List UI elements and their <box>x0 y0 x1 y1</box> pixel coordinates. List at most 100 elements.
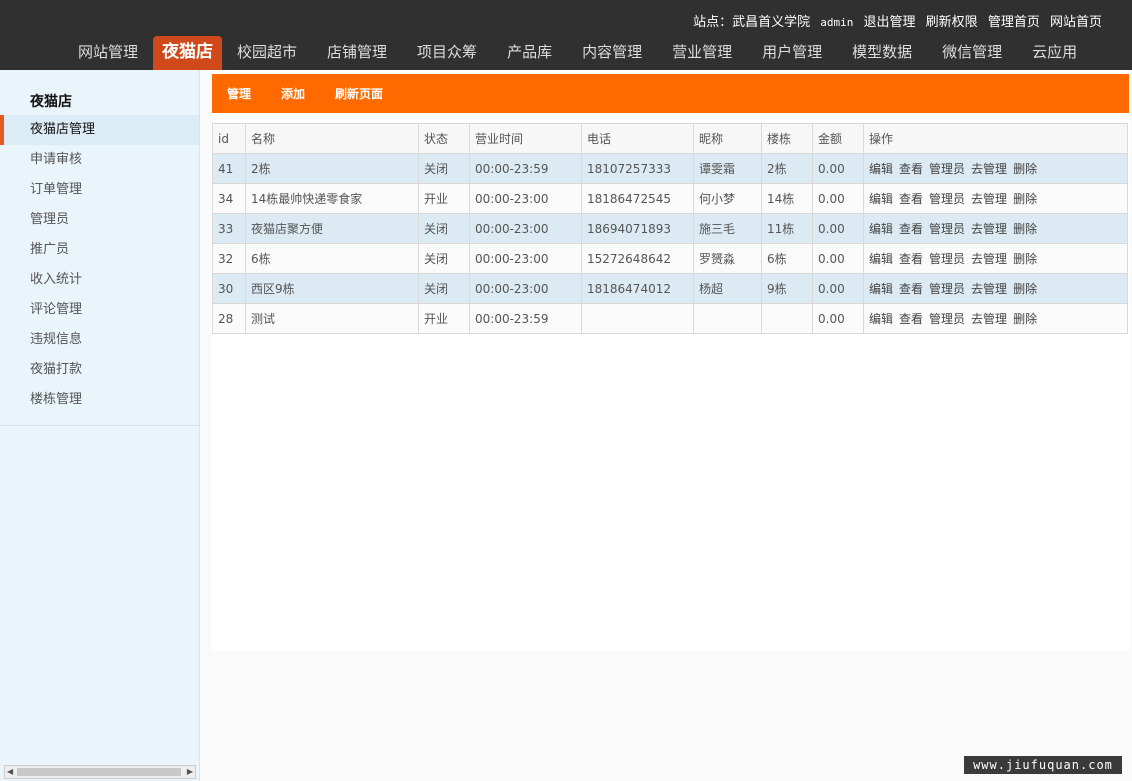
go-manage-link[interactable]: 去管理 <box>971 162 1007 176</box>
scrollbar-thumb[interactable] <box>17 768 181 776</box>
sidebar-item-3[interactable]: 管理员 <box>0 205 199 235</box>
sidebar-item-4[interactable]: 推广员 <box>0 235 199 265</box>
edit-link[interactable]: 编辑 <box>869 192 893 206</box>
view-link[interactable]: 查看 <box>899 162 923 176</box>
cell-hours: 00:00-23:59 <box>469 303 582 334</box>
cell-actions: 编辑 查看 管理员 去管理 删除 <box>863 243 1128 274</box>
nav-tab-4[interactable]: 项目众筹 <box>402 36 492 70</box>
nav-tab-5[interactable]: 产品库 <box>492 36 567 70</box>
go-manage-link[interactable]: 去管理 <box>971 282 1007 296</box>
edit-link[interactable]: 编辑 <box>869 282 893 296</box>
nav-tab-7[interactable]: 营业管理 <box>657 36 747 70</box>
delete-link[interactable]: 删除 <box>1013 252 1037 266</box>
column-header: 楼栋 <box>761 123 813 154</box>
refresh-permissions-link[interactable]: 刷新权限 <box>926 15 978 30</box>
nav-tab-2[interactable]: 校园超市 <box>222 36 312 70</box>
view-link[interactable]: 查看 <box>899 192 923 206</box>
top-header: 站点：武昌首义学院 admin 退出管理 刷新权限 管理首页 网站首页 网站管理… <box>0 0 1132 70</box>
view-link[interactable]: 查看 <box>899 312 923 326</box>
table-row: 30 西区9栋 关闭 00:00-23:00 18186474012 杨超 9栋 0.00 编辑… <box>212 273 1128 304</box>
nav-tab-3[interactable]: 店铺管理 <box>312 36 402 70</box>
sidebar-item-5[interactable]: 收入统计 <box>0 265 199 295</box>
sidebar-item-9[interactable]: 楼栋管理 <box>0 385 199 415</box>
cell-building: 9栋 <box>761 273 813 304</box>
cell-amount: 0.00 <box>812 183 864 214</box>
logout-link[interactable]: 退出管理 <box>864 15 916 30</box>
nav-tab-8[interactable]: 用户管理 <box>747 36 837 70</box>
cell-phone: 18107257333 <box>581 153 694 184</box>
table-row: 34 14栋最帅快递零食家 开业 00:00-23:00 18186472545 何小梦 1… <box>212 183 1128 214</box>
shop-table: id 名称 状态 营业时间 电话 昵称 楼栋 金额 操作 41 2栋 关闭 00:00-23:59 18… <box>212 123 1128 334</box>
cell-status: 关闭 <box>418 153 470 184</box>
site-home-link[interactable]: 网站首页 <box>1050 15 1102 30</box>
edit-link[interactable]: 编辑 <box>869 222 893 236</box>
delete-link[interactable]: 删除 <box>1013 222 1037 236</box>
column-header: 状态 <box>418 123 470 154</box>
cell-amount: 0.00 <box>812 303 864 334</box>
admins-link[interactable]: 管理员 <box>929 312 965 326</box>
add-button[interactable]: 添加 <box>281 85 305 102</box>
delete-link[interactable]: 删除 <box>1013 162 1037 176</box>
column-header: 昵称 <box>693 123 762 154</box>
cell-status: 开业 <box>418 183 470 214</box>
table-row: 28 测试 开业 00:00-23:59 0.00 编辑 查看 管理员 去管理 删除 <box>212 303 1128 334</box>
table-row: 32 6栋 关闭 00:00-23:00 15272648642 罗赟淼 6栋 0.00 编辑查… <box>212 243 1128 274</box>
nav-tab-6[interactable]: 内容管理 <box>567 36 657 70</box>
edit-link[interactable]: 编辑 <box>869 162 893 176</box>
cell-hours: 00:00-23:59 <box>469 153 582 184</box>
admins-link[interactable]: 管理员 <box>929 162 965 176</box>
cell-id: 30 <box>212 273 246 304</box>
scroll-right-icon[interactable]: ▶ <box>187 766 193 778</box>
nav-tab-0[interactable]: 网站管理 <box>63 36 153 70</box>
delete-link[interactable]: 删除 <box>1013 312 1037 326</box>
cell-nickname: 施三毛 <box>693 213 762 244</box>
watermark: www.jiufuquan.com <box>964 756 1122 774</box>
go-manage-link[interactable]: 去管理 <box>971 222 1007 236</box>
go-manage-link[interactable]: 去管理 <box>971 192 1007 206</box>
admins-link[interactable]: 管理员 <box>929 192 965 206</box>
go-manage-link[interactable]: 去管理 <box>971 312 1007 326</box>
cell-id: 28 <box>212 303 246 334</box>
delete-link[interactable]: 删除 <box>1013 282 1037 296</box>
main-nav: 网站管理 夜猫店 校园超市 店铺管理 项目众筹 产品库 内容管理 营业管理 用户管理 模型数据 微信… <box>63 36 1092 70</box>
action-toolbar: 管理 添加 刷新页面 <box>212 74 1129 113</box>
delete-link[interactable]: 删除 <box>1013 192 1037 206</box>
nav-tab-10[interactable]: 微信管理 <box>927 36 1017 70</box>
sidebar-item-0[interactable]: 夜猫店管理 <box>0 115 199 145</box>
admins-link[interactable]: 管理员 <box>929 282 965 296</box>
sidebar-item-1[interactable]: 申请审核 <box>0 145 199 175</box>
admins-link[interactable]: 管理员 <box>929 222 965 236</box>
table-header-row: id 名称 状态 营业时间 电话 昵称 楼栋 金额 操作 <box>212 123 1128 154</box>
column-header: id <box>212 123 246 154</box>
nav-tab-1[interactable]: 夜猫店 <box>153 36 223 70</box>
view-link[interactable]: 查看 <box>899 222 923 236</box>
horizontal-scrollbar[interactable]: ◀ ▶ <box>4 765 196 779</box>
go-manage-link[interactable]: 去管理 <box>971 252 1007 266</box>
cell-amount: 0.00 <box>812 243 864 274</box>
cell-hours: 00:00-23:00 <box>469 183 582 214</box>
cell-id: 34 <box>212 183 246 214</box>
sidebar-item-7[interactable]: 违规信息 <box>0 325 199 355</box>
view-link[interactable]: 查看 <box>899 282 923 296</box>
sidebar-item-8[interactable]: 夜猫打款 <box>0 355 199 385</box>
refresh-page-button[interactable]: 刷新页面 <box>335 85 383 102</box>
cell-building: 14栋 <box>761 183 813 214</box>
edit-link[interactable]: 编辑 <box>869 252 893 266</box>
nav-tab-9[interactable]: 模型数据 <box>837 36 927 70</box>
cell-hours: 00:00-23:00 <box>469 273 582 304</box>
cell-phone: 18694071893 <box>581 213 694 244</box>
cell-building: 11栋 <box>761 213 813 244</box>
admins-link[interactable]: 管理员 <box>929 252 965 266</box>
sidebar-item-6[interactable]: 评论管理 <box>0 295 199 325</box>
cell-phone: 18186472545 <box>581 183 694 214</box>
cell-actions: 编辑 查看 管理员 去管理 删除 <box>863 183 1128 214</box>
manage-button[interactable]: 管理 <box>227 85 251 102</box>
nav-tab-11[interactable]: 云应用 <box>1017 36 1092 70</box>
admin-home-link[interactable]: 管理首页 <box>988 15 1040 30</box>
sidebar-item-2[interactable]: 订单管理 <box>0 175 199 205</box>
edit-link[interactable]: 编辑 <box>869 312 893 326</box>
scroll-left-icon[interactable]: ◀ <box>7 766 13 778</box>
cell-name: 测试 <box>245 303 419 334</box>
view-link[interactable]: 查看 <box>899 252 923 266</box>
cell-building: 6栋 <box>761 243 813 274</box>
